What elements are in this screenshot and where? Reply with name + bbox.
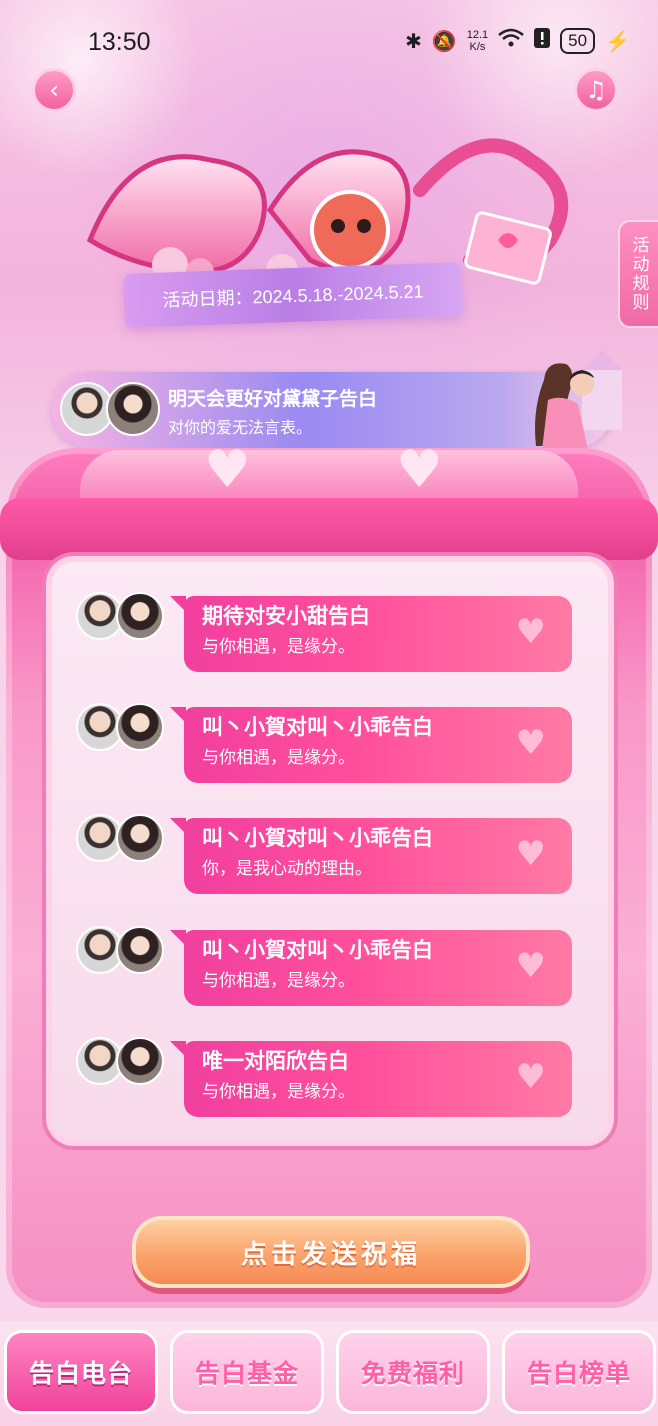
list-item[interactable]: ♥ 叫丶小賀对叫丶小乖告白 与你相遇，是缘分。 bbox=[76, 703, 572, 785]
network-speed-unit: K/s bbox=[469, 41, 486, 53]
message-text: 你，是我心动的理由。 bbox=[202, 859, 372, 879]
couple-avatars bbox=[76, 926, 164, 974]
message-text: 与你相遇，是缘分。 bbox=[202, 637, 355, 657]
bottom-nav: 告白电台 告白基金 免费福利 告白榜单 bbox=[0, 1322, 658, 1426]
heart-icon: ♥ bbox=[515, 834, 546, 874]
network-speed-value: 12.1 bbox=[466, 29, 489, 41]
message-bubble: ♥ 叫丶小賀对叫丶小乖告白 你，是我心动的理由。 bbox=[170, 818, 572, 894]
couple-avatars bbox=[76, 703, 164, 751]
list-item[interactable]: ♥ 唯一对陌欣告白 与你相遇，是缘分。 bbox=[76, 1037, 572, 1119]
battery-indicator: 50 bbox=[560, 28, 596, 54]
heart-icon: ♥ bbox=[204, 440, 251, 500]
tab-confession-ranking[interactable]: 告白榜单 bbox=[502, 1330, 656, 1414]
message-title: 叫丶小賀对叫丶小乖告白 bbox=[202, 938, 433, 962]
heart-icon: ♥ bbox=[515, 612, 546, 652]
banner-title: 明天会更好对黛黛子告白 bbox=[168, 388, 378, 410]
radio-frame-band bbox=[0, 498, 658, 560]
couple-avatars bbox=[76, 814, 164, 862]
message-text: 与你相遇，是缘分。 bbox=[202, 1082, 355, 1102]
avatar bbox=[116, 1037, 164, 1085]
message-text: 与你相遇，是缘分。 bbox=[202, 971, 355, 991]
status-icons: ✱ 🔕 12.1 K/s 50 ⚡ bbox=[405, 28, 630, 54]
message-bubble: ♥ 期待对安小甜告白 与你相遇，是缘分。 bbox=[170, 596, 572, 672]
heart-icon: ♥ bbox=[515, 723, 546, 763]
message-title: 叫丶小賀对叫丶小乖告白 bbox=[202, 826, 433, 850]
message-bubble: ♥ 叫丶小賀对叫丶小乖告白 与你相遇，是缘分。 bbox=[170, 930, 572, 1006]
list-item[interactable]: ♥ 叫丶小賀对叫丶小乖告白 与你相遇，是缘分。 bbox=[76, 926, 572, 1008]
tab-confession-fund[interactable]: 告白基金 bbox=[170, 1330, 324, 1414]
avatar bbox=[116, 592, 164, 640]
tab-confession-radio[interactable]: 告白电台 bbox=[4, 1330, 158, 1414]
list-item[interactable]: ♥ 期待对安小甜告白 与你相遇，是缘分。 bbox=[76, 592, 572, 674]
featured-couple-avatars bbox=[60, 382, 160, 436]
avatar bbox=[116, 703, 164, 751]
network-speed: 12.1 K/s bbox=[467, 29, 488, 53]
avatar bbox=[106, 382, 160, 436]
heart-icon: ♥ bbox=[515, 946, 546, 986]
charging-icon: ⚡ bbox=[605, 30, 630, 53]
couple-avatars bbox=[76, 592, 164, 640]
status-bar: 13:50 ✱ 🔕 12.1 K/s 50 ⚡ bbox=[0, 0, 658, 80]
bluetooth-icon: ✱ bbox=[405, 30, 422, 53]
status-time: 13:50 bbox=[88, 28, 151, 56]
message-title: 唯一对陌欣告白 bbox=[202, 1049, 349, 1073]
rules-tab[interactable]: 活动规则 bbox=[618, 220, 658, 328]
avatar bbox=[116, 814, 164, 862]
message-bubble: ♥ 唯一对陌欣告白 与你相遇，是缘分。 bbox=[170, 1041, 572, 1117]
send-blessing-button[interactable]: 点击发送祝福 bbox=[132, 1216, 530, 1288]
couple-avatars bbox=[76, 1037, 164, 1085]
couple-illustration bbox=[535, 350, 622, 450]
heart-icon: ♥ bbox=[515, 1057, 546, 1097]
message-bubble: ♥ 叫丶小賀对叫丶小乖告白 与你相遇，是缘分。 bbox=[170, 707, 572, 783]
featured-confession-banner[interactable]: 明天会更好对黛黛子告白 对你的爱无法言表。 bbox=[52, 350, 622, 450]
mute-icon: 🔕 bbox=[431, 30, 457, 53]
wifi-icon bbox=[498, 28, 524, 54]
banner-message: 对你的爱无法言表。 bbox=[168, 418, 313, 437]
avatar bbox=[116, 926, 164, 974]
message-title: 叫丶小賀对叫丶小乖告白 bbox=[202, 715, 433, 739]
message-text: 与你相遇，是缘分。 bbox=[202, 748, 355, 768]
alert-icon bbox=[534, 28, 551, 54]
chevron-left-icon: ‹ bbox=[49, 76, 59, 104]
heart-icon: ♥ bbox=[396, 440, 443, 500]
tab-free-benefits[interactable]: 免费福利 bbox=[336, 1330, 490, 1414]
message-title: 期待对安小甜告白 bbox=[202, 604, 370, 628]
list-item[interactable]: ♥ 叫丶小賀对叫丶小乖告白 你，是我心动的理由。 bbox=[76, 814, 572, 896]
